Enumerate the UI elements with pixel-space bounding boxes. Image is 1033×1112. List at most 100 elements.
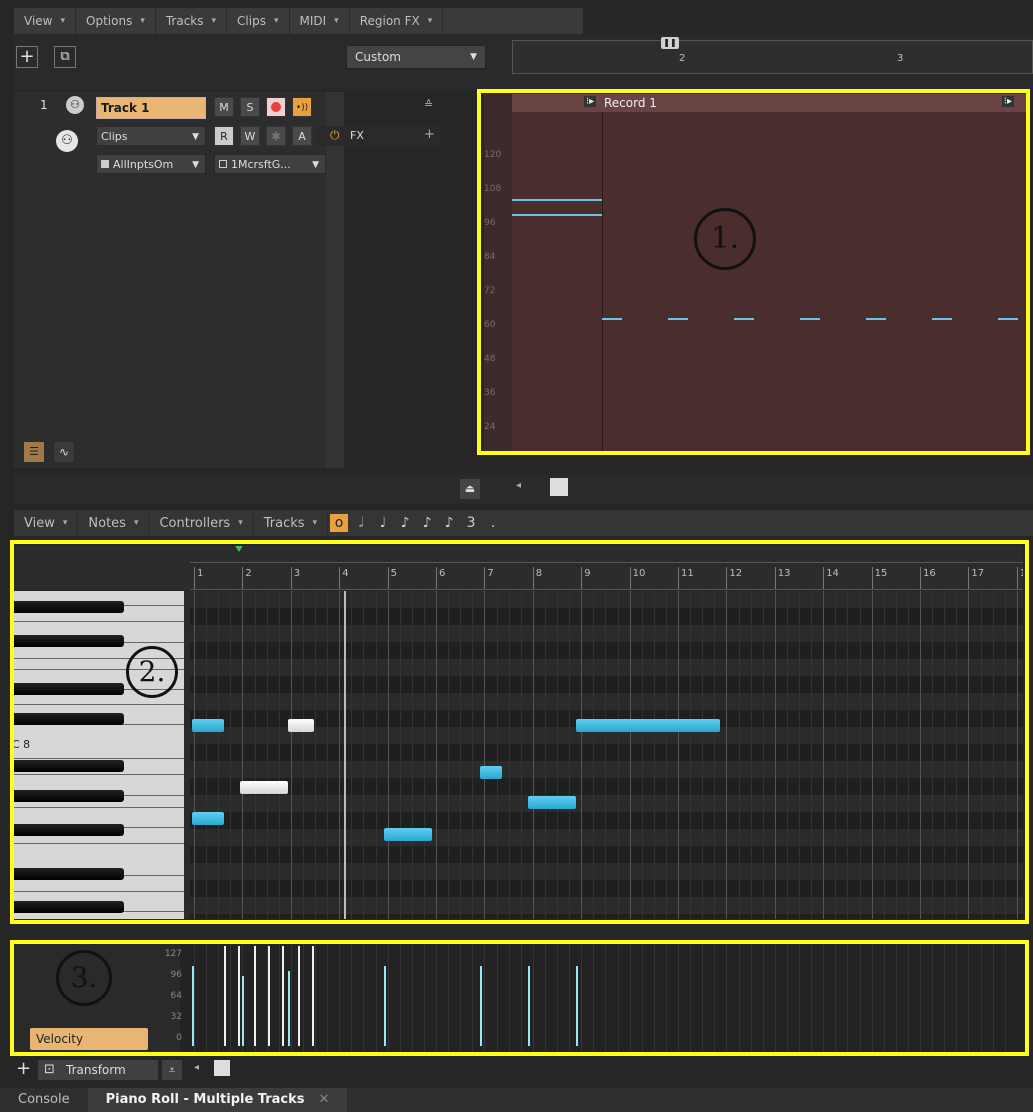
pr-menu-tracks[interactable]: Tracks ▾ xyxy=(254,510,329,536)
eighth-note-icon[interactable]: ♪ xyxy=(396,514,414,532)
playhead-handle-icon[interactable]: ❚❚ xyxy=(661,37,679,49)
clip-menu-icon[interactable]: ⁝▸ xyxy=(584,96,597,107)
velocity-bar[interactable] xyxy=(298,946,300,1046)
custom-dropdown[interactable]: Custom ▼ xyxy=(346,45,486,69)
velocity-grid-line xyxy=(581,944,583,1052)
velocity-pane[interactable]: 127 96 64 32 0 Velocity xyxy=(14,944,1024,1052)
collapse-icon[interactable]: ≙ xyxy=(424,98,433,111)
close-icon[interactable]: ✕ xyxy=(319,1092,330,1107)
input-dropdown[interactable]: AllInptsOm ▼ xyxy=(96,154,206,174)
whole-note-icon[interactable]: o xyxy=(330,514,349,532)
velocity-bar[interactable] xyxy=(288,971,290,1046)
scale-label: 96 xyxy=(484,218,496,228)
velocity-bar[interactable] xyxy=(528,966,530,1046)
midi-note[interactable] xyxy=(192,719,224,732)
velocity-bar[interactable] xyxy=(224,946,226,1046)
tab-piano-roll[interactable]: Piano Roll - Multiple Tracks ✕ xyxy=(87,1088,348,1112)
menu-midi[interactable]: MIDI ▾ xyxy=(290,8,350,34)
duplicate-track-button[interactable]: ⧉ xyxy=(54,46,76,68)
solo-button[interactable]: S xyxy=(240,97,260,117)
velocity-bar[interactable] xyxy=(254,946,256,1046)
square-icon[interactable] xyxy=(214,1060,230,1076)
grid-line xyxy=(605,591,607,919)
pr-menu-view[interactable]: View ▾ xyxy=(14,510,79,536)
fx-add-button[interactable]: + xyxy=(424,127,435,142)
black-key[interactable] xyxy=(12,683,124,695)
clip-header[interactable]: ⁝▸ Record 1 ⁝▸ xyxy=(512,94,1026,112)
midi-note[interactable] xyxy=(528,796,576,809)
read-automation-button[interactable]: R xyxy=(214,126,234,146)
velocity-bar[interactable] xyxy=(282,946,284,1046)
velocity-bar[interactable] xyxy=(242,976,244,1046)
velocity-controller-button[interactable]: Velocity xyxy=(30,1028,148,1050)
midi-note[interactable] xyxy=(480,766,502,779)
clip-options-icon[interactable]: ⁝▸ xyxy=(1001,96,1014,107)
triplet-button[interactable]: 3 xyxy=(462,514,480,532)
midi-note[interactable] xyxy=(240,781,288,794)
square-icon[interactable] xyxy=(550,478,568,496)
sixteenth-note-icon[interactable]: ♪ xyxy=(418,514,436,532)
midi-note[interactable] xyxy=(192,812,224,825)
transform-button[interactable]: ⊡ Transform xyxy=(38,1060,158,1080)
velocity-bar[interactable] xyxy=(268,946,270,1046)
menu-tracks[interactable]: Tracks ▾ xyxy=(156,8,228,34)
midi-note[interactable] xyxy=(288,719,314,732)
velocity-bar[interactable] xyxy=(192,966,194,1046)
pr-menu-controllers[interactable]: Controllers ▾ xyxy=(149,510,254,536)
menu-view[interactable]: View ▾ xyxy=(14,8,77,34)
scroll-left-icon[interactable]: ◂ xyxy=(194,1062,199,1073)
black-key[interactable] xyxy=(12,635,124,647)
tab-console[interactable]: Console xyxy=(0,1088,88,1112)
mute-button[interactable]: M xyxy=(214,97,234,117)
clips-dropdown[interactable]: Clips ▼ xyxy=(96,126,206,146)
black-key[interactable] xyxy=(12,901,124,913)
dotted-button[interactable]: . xyxy=(484,514,502,532)
eject-icon[interactable]: ⏏ xyxy=(460,479,480,499)
half-note-icon[interactable]: 𝅗𝅥 xyxy=(352,514,370,532)
quarter-note-icon[interactable]: ♩ xyxy=(374,514,392,532)
top-timeline-ruler[interactable]: ❚❚ 2 3 xyxy=(512,37,1033,74)
piano-keyboard[interactable]: C 8 xyxy=(12,591,184,919)
track-name-field[interactable]: Track 1 xyxy=(96,97,206,119)
menu-options[interactable]: Options ▾ xyxy=(76,8,156,34)
black-key[interactable] xyxy=(12,601,124,613)
archive-button[interactable]: A xyxy=(292,126,312,146)
velocity-bar[interactable] xyxy=(238,946,240,1046)
add-controller-button[interactable]: + xyxy=(16,1058,31,1079)
menu-region-fx[interactable]: Region FX ▾ xyxy=(350,8,444,34)
fx-bin[interactable]: ⏻ FX + xyxy=(316,126,440,146)
velocity-grid-line xyxy=(569,944,571,1052)
now-marker-icon[interactable] xyxy=(234,546,244,552)
output-dropdown[interactable]: 1McrsftG... ▼ xyxy=(214,154,326,174)
grid-line xyxy=(871,591,873,919)
black-key[interactable] xyxy=(12,790,124,802)
black-key[interactable] xyxy=(12,824,124,836)
black-key[interactable] xyxy=(12,868,124,880)
thirtysecond-note-icon[interactable]: ♪ xyxy=(440,514,458,532)
velocity-bar[interactable] xyxy=(312,946,314,1046)
scroll-left-icon[interactable]: ◂ xyxy=(516,480,521,491)
midi-note[interactable] xyxy=(576,719,720,732)
input-echo-button[interactable]: •)) xyxy=(292,97,312,117)
snapshot-button[interactable]: ✱ xyxy=(266,126,286,146)
clip-pane[interactable]: ⁝▸ Record 1 ⁝▸ 120 108 96 84 72 60 48 36… xyxy=(484,94,1026,452)
mixer-strip-button[interactable]: ☰ xyxy=(24,442,44,462)
filter-icon[interactable]: ⩡ xyxy=(162,1060,182,1080)
automation-lanes-button[interactable]: ∿ xyxy=(54,442,74,462)
velocity-bar[interactable] xyxy=(480,966,482,1046)
power-icon[interactable]: ⏻ xyxy=(330,128,340,143)
pr-menu-notes[interactable]: Notes ▾ xyxy=(78,510,150,536)
piano-roll-ruler[interactable]: 123456789101112131415161718 xyxy=(190,546,1023,590)
black-key[interactable] xyxy=(12,760,124,772)
ruler-tick xyxy=(678,567,679,589)
midi-note[interactable] xyxy=(384,828,432,841)
velocity-bar[interactable] xyxy=(384,966,386,1046)
add-track-button[interactable]: + xyxy=(16,46,38,68)
black-key[interactable] xyxy=(12,713,124,725)
pane-splitter[interactable]: ⏏ ◂ xyxy=(14,474,1033,504)
velocity-bar[interactable] xyxy=(576,966,578,1046)
record-arm-button[interactable] xyxy=(266,97,286,117)
write-automation-button[interactable]: W xyxy=(240,126,260,146)
note-grid[interactable] xyxy=(190,591,1023,919)
menu-clips[interactable]: Clips ▾ xyxy=(227,8,290,34)
